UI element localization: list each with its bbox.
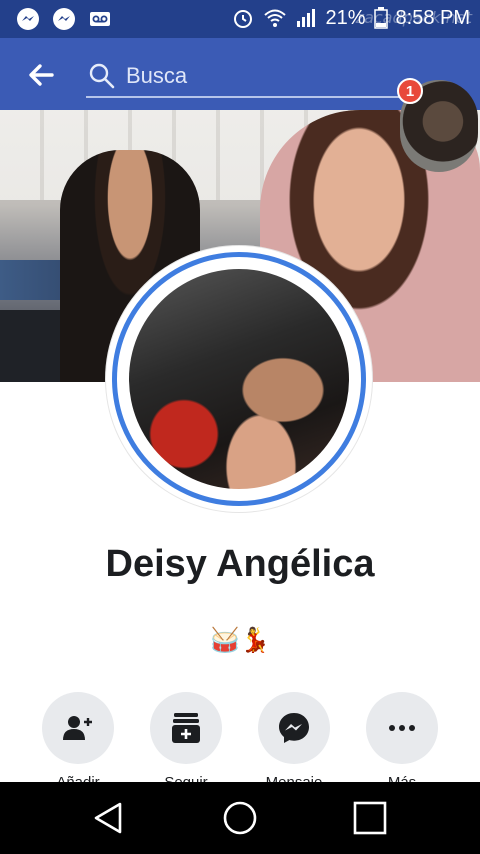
messenger-icon xyxy=(17,8,39,30)
add-friend-button[interactable] xyxy=(42,692,114,764)
wifi-icon xyxy=(264,9,287,27)
back-triangle-icon xyxy=(94,802,122,834)
battery-percent: 21% xyxy=(325,6,366,29)
more-icon xyxy=(389,725,415,731)
follow-button[interactable] xyxy=(150,692,222,764)
alarm-icon xyxy=(234,10,253,28)
profile-actions: Añadir Seguir Mensaje Más xyxy=(0,692,480,791)
battery-icon xyxy=(373,7,388,29)
signal-icon xyxy=(297,9,316,27)
search-bar[interactable] xyxy=(86,56,402,98)
search-icon xyxy=(89,63,115,89)
messenger-icon xyxy=(279,713,309,743)
nav-home-button[interactable] xyxy=(222,800,258,836)
back-button[interactable] xyxy=(26,60,56,90)
back-arrow-icon xyxy=(29,64,54,86)
search-input[interactable] xyxy=(124,60,398,92)
android-nav-bar xyxy=(0,782,480,854)
add-friend-icon xyxy=(63,716,92,740)
avatar-border xyxy=(112,252,366,506)
voicemail-icon xyxy=(90,12,110,26)
follow-icon xyxy=(172,713,200,743)
nav-recents-button[interactable] xyxy=(352,800,388,836)
home-circle-icon xyxy=(223,801,257,835)
profile-bio-emoji: 🥁💃 xyxy=(210,626,270,654)
avatar-photo[interactable] xyxy=(129,269,349,489)
nav-back-button[interactable] xyxy=(90,800,126,836)
profile-avatar[interactable] xyxy=(106,246,372,512)
status-bar: zacadpack.net 21% 8:58 PM xyxy=(0,0,480,38)
profile-name: Deisy Angélica xyxy=(105,543,375,585)
more-button[interactable] xyxy=(366,692,438,764)
recents-square-icon xyxy=(353,801,387,835)
messenger-icon xyxy=(53,8,75,30)
notification-badge: 1 xyxy=(397,78,423,104)
message-button[interactable] xyxy=(258,692,330,764)
clock: 8:58 PM xyxy=(395,6,470,29)
